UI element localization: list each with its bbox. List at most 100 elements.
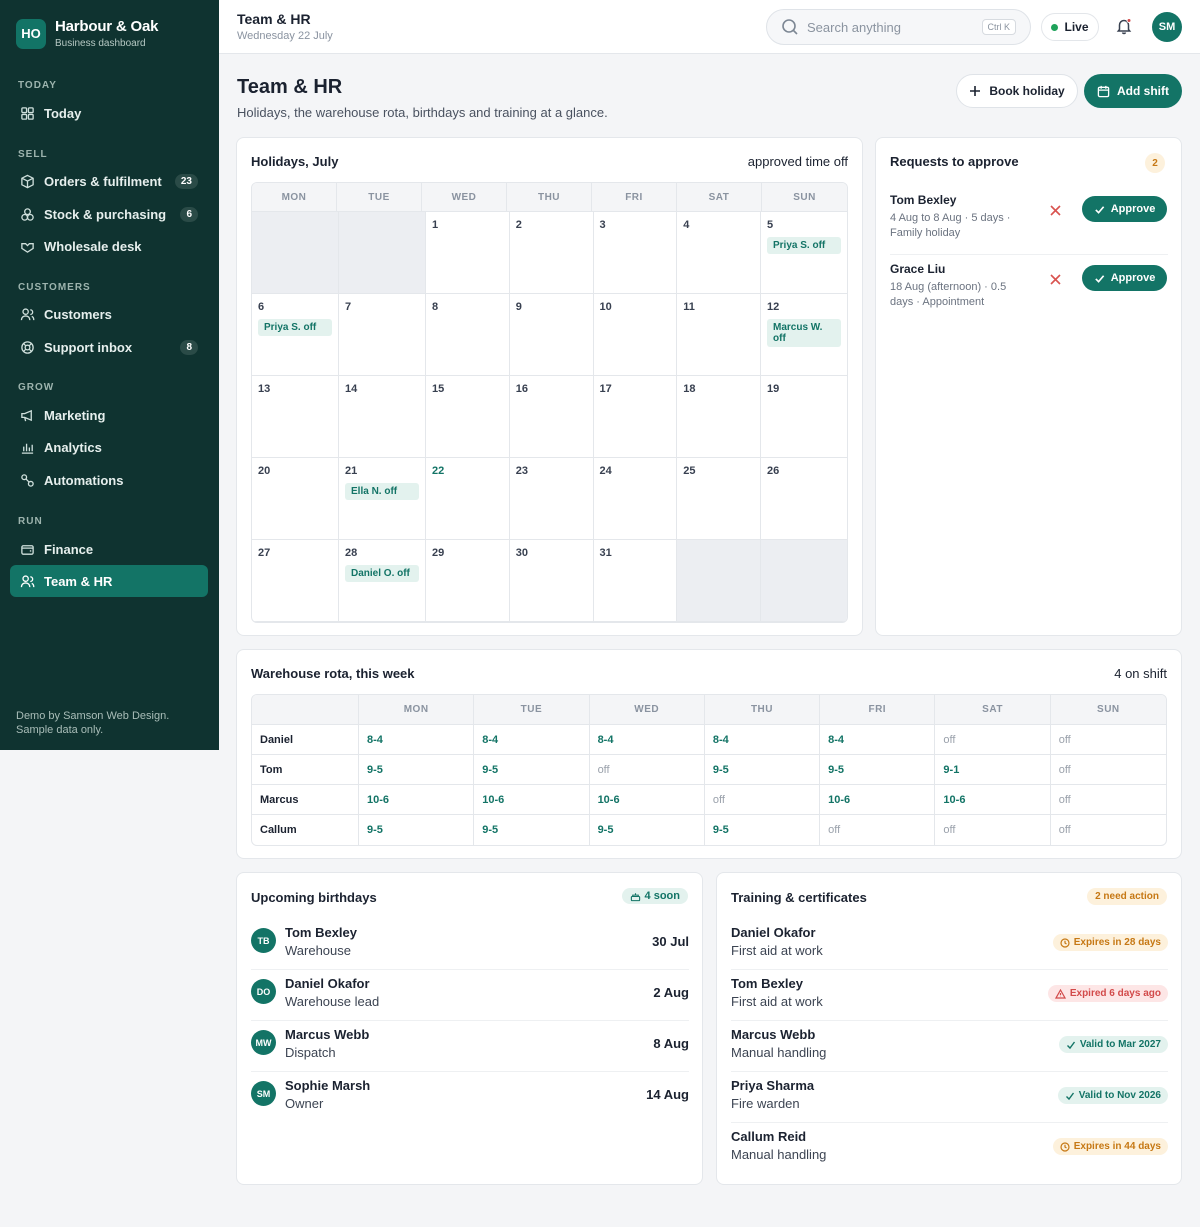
calendar-day[interactable]: 14 <box>339 376 426 458</box>
calendar-day[interactable]: 10 <box>593 294 678 376</box>
rota-shift-cell[interactable]: 8-4 <box>590 725 705 754</box>
add-shift-label: Add shift <box>1117 84 1169 98</box>
calendar-day[interactable]: 28 Daniel O. off <box>339 540 426 622</box>
calendar-day[interactable]: 1 <box>426 212 510 294</box>
rota-shift-cell[interactable]: off <box>820 815 936 845</box>
training-employee: Priya Sharma <box>731 1078 815 1093</box>
time-off-chip[interactable]: Priya S. off <box>767 237 841 254</box>
calendar-day[interactable]: 5 Priya S. off <box>761 212 847 294</box>
sidebar-item-support[interactable]: Support inbox 8 <box>10 331 208 363</box>
sidebar-item-analytics[interactable]: Analytics <box>10 431 208 463</box>
rota-shift-cell[interactable]: 8-4 <box>820 725 936 754</box>
calendar-day[interactable]: 12 Marcus W. off <box>761 294 847 376</box>
calendar-day[interactable]: 25 <box>677 458 761 540</box>
notifications-button[interactable] <box>1115 17 1133 38</box>
calendar-day[interactable]: 27 <box>252 540 339 622</box>
reject-button[interactable] <box>1050 203 1061 221</box>
rota-shift-cell[interactable]: off <box>1051 755 1166 784</box>
rota-row: Daniel 8-4 8-4 8-4 8-4 8-4 off off <box>252 725 1166 755</box>
calendar-day[interactable]: 21 Ella N. off <box>339 458 426 540</box>
rota-shift-cell[interactable]: off <box>705 785 821 814</box>
calendar-day[interactable]: 18 <box>677 376 761 458</box>
calendar-day[interactable]: 31 <box>593 540 678 622</box>
rota-shift-cell[interactable]: off <box>1051 725 1166 754</box>
time-off-chip[interactable]: Daniel O. off <box>345 565 419 582</box>
time-off-chip[interactable]: Ella N. off <box>345 483 419 500</box>
sidebar-item-automations[interactable]: Automations <box>10 464 208 496</box>
rota-shift-cell[interactable]: 9-5 <box>590 815 705 845</box>
calendar-day[interactable]: 13 <box>252 376 339 458</box>
training-item: Daniel Okafor First aid at work Expires in… <box>731 925 1168 970</box>
rota-shift-cell[interactable]: 10-6 <box>935 785 1051 814</box>
approve-button[interactable]: Approve <box>1082 196 1167 222</box>
sidebar-item-marketing[interactable]: Marketing <box>10 399 208 431</box>
rota-shift-cell[interactable]: off <box>590 755 705 784</box>
approve-button[interactable]: Approve <box>1082 265 1167 291</box>
live-status[interactable]: Live <box>1041 13 1099 41</box>
sidebar-item-stock[interactable]: Stock & purchasing 6 <box>10 198 208 230</box>
calendar-day[interactable]: 16 <box>509 376 594 458</box>
rota-shift-cell[interactable]: off <box>1051 815 1166 845</box>
calendar-day[interactable]: 30 <box>509 540 594 622</box>
calendar-day[interactable]: 26 <box>761 458 847 540</box>
rota-employee-name: Callum <box>252 815 359 845</box>
sidebar-item-wholesale[interactable]: Wholesale desk <box>10 230 208 262</box>
rota-employee-name: Daniel <box>252 725 359 754</box>
day-number: 28 <box>345 547 358 559</box>
rota-shift-cell[interactable]: 10-6 <box>820 785 936 814</box>
rota-shift-cell[interactable]: 9-5 <box>359 755 475 784</box>
birthdays-title: Upcoming birthdays <box>251 890 377 905</box>
rota-shift-cell[interactable]: 10-6 <box>474 785 590 814</box>
box-icon <box>21 174 34 188</box>
rota-shift-cell[interactable]: 10-6 <box>590 785 705 814</box>
calendar-day[interactable]: 17 <box>593 376 678 458</box>
calendar-day[interactable]: 9 <box>509 294 594 376</box>
calendar-day[interactable]: 7 <box>339 294 426 376</box>
calendar-day[interactable]: 20 <box>252 458 339 540</box>
rota-shift-cell[interactable]: 9-1 <box>935 755 1051 784</box>
training-employee: Tom Bexley <box>731 976 804 991</box>
rota-shift-cell[interactable]: 9-5 <box>359 815 475 845</box>
calendar-day[interactable]: 24 <box>593 458 678 540</box>
sidebar-item-customers[interactable]: Customers <box>10 298 208 330</box>
calendar-day[interactable]: 11 <box>677 294 761 376</box>
rota-shift-cell[interactable]: 10-6 <box>359 785 475 814</box>
certificate-status-badge: Valid to Mar 2027 <box>1058 1036 1168 1053</box>
sidebar-item-team-hr[interactable]: Team & HR <box>10 565 208 597</box>
calendar-day[interactable]: 3 <box>593 212 678 294</box>
calendar-day[interactable]: 2 <box>509 212 594 294</box>
calendar-day[interactable]: 22 <box>426 458 510 540</box>
calendar-day[interactable]: 19 <box>761 376 847 458</box>
rota-shift-cell[interactable]: 9-5 <box>820 755 936 784</box>
time-off-chip[interactable]: Priya S. off <box>258 319 332 336</box>
add-shift-button[interactable]: Add shift <box>1084 74 1182 108</box>
calendar-day[interactable]: 29 <box>426 540 510 622</box>
rota-shift-cell[interactable]: 8-4 <box>705 725 821 754</box>
rota-shift-cell[interactable]: off <box>935 815 1051 845</box>
rota-shift-cell[interactable]: off <box>1051 785 1166 814</box>
book-holiday-button[interactable]: Book holiday <box>956 74 1078 108</box>
topbar: Team & HR Wednesday 22 July Ctrl K Live … <box>219 0 1200 54</box>
rota-shift-cell[interactable]: 9-5 <box>705 815 821 845</box>
sidebar-item-orders[interactable]: Orders & fulfilment 23 <box>10 165 208 197</box>
rota-shift-cell[interactable]: 9-5 <box>705 755 821 784</box>
calendar-day[interactable]: 8 <box>426 294 510 376</box>
rota-shift-cell[interactable]: 9-5 <box>474 755 590 784</box>
calendar-day[interactable]: 6 Priya S. off <box>252 294 339 376</box>
search-input[interactable] <box>807 19 967 35</box>
sidebar-item-finance[interactable]: Finance <box>10 533 208 565</box>
calendar-day[interactable]: 23 <box>509 458 594 540</box>
time-off-chip[interactable]: Marcus W. off <box>767 319 841 347</box>
rota-shift-cell[interactable]: 9-5 <box>474 815 590 845</box>
search-box[interactable]: Ctrl K <box>766 9 1031 45</box>
day-number: 10 <box>599 301 612 313</box>
calendar-day[interactable]: 15 <box>426 376 510 458</box>
user-avatar[interactable]: SM <box>1152 12 1182 42</box>
rota-shift-cell[interactable]: 8-4 <box>474 725 590 754</box>
reject-button[interactable] <box>1050 272 1061 290</box>
sidebar-item-today[interactable]: Today <box>10 97 208 129</box>
calendar-day[interactable]: 4 <box>677 212 761 294</box>
rota-shift-cell[interactable]: 8-4 <box>359 725 475 754</box>
rota-shift-cell[interactable]: off <box>935 725 1051 754</box>
brand[interactable]: HO Harbour & Oak Business dashboard <box>0 0 219 49</box>
